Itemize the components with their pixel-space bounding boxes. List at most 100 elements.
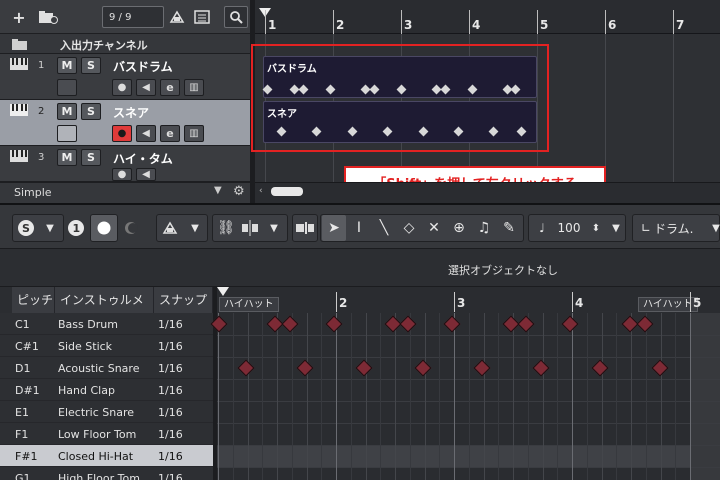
- link-icon[interactable]: ⛓: [214, 215, 238, 241]
- grid-line: [690, 313, 691, 480]
- mute-button[interactable]: M: [57, 149, 77, 166]
- instrument-icon[interactable]: ▥: [184, 125, 204, 142]
- grid-line: [557, 313, 558, 480]
- eraser-icon[interactable]: ◇: [397, 215, 421, 241]
- ruler-bar-6: 6: [608, 18, 617, 32]
- editor-ruler-bar-3: 3: [457, 296, 466, 310]
- list-item[interactable]: C#1 Side Stick 1/16: [0, 335, 213, 357]
- one-icon[interactable]: 1: [64, 215, 88, 241]
- search-icon[interactable]: [224, 6, 248, 28]
- editor-ruler-bar-2: 2: [339, 296, 348, 310]
- mute-button[interactable]: M: [57, 57, 77, 74]
- folder-add-icon[interactable]: [34, 6, 62, 28]
- chevron-down-icon[interactable]: ▼: [183, 215, 207, 241]
- ruler-bar-7: 7: [676, 18, 685, 32]
- selection-status: 選択オブジェクトなし: [448, 264, 558, 277]
- list-item[interactable]: G1 High Floor Tom 1/16: [0, 467, 213, 480]
- track-number: 3: [38, 152, 45, 163]
- snap-column-header[interactable]: スナップ: [154, 287, 213, 313]
- horizontal-scrollbar[interactable]: ‹: [255, 182, 720, 203]
- grid-line: [277, 313, 278, 480]
- zoom-icon[interactable]: ⊕: [447, 215, 471, 241]
- edit-icon[interactable]: e: [160, 125, 180, 142]
- grid-line: [336, 313, 337, 480]
- left-locator-icon[interactable]: [217, 287, 229, 296]
- solo-editor-icon[interactable]: S: [14, 215, 38, 241]
- mute-tool-icon[interactable]: ✕: [422, 215, 446, 241]
- visibility-icon[interactable]: [166, 6, 188, 28]
- track-name[interactable]: ハイ・タム: [113, 150, 173, 167]
- grid-line: [602, 313, 603, 480]
- grid-line: [395, 313, 396, 480]
- mute-button[interactable]: M: [57, 103, 77, 120]
- velocity-value[interactable]: 100: [554, 215, 584, 241]
- speaker-icon[interactable]: ◀: [136, 125, 156, 142]
- folder-icon: [12, 39, 28, 53]
- list-icon[interactable]: [191, 6, 213, 28]
- inout-channel-row[interactable]: 入出力チャンネル: [0, 34, 250, 54]
- grid-line: [616, 313, 617, 480]
- track-1[interactable]: 1 M S バスドラム ● ◀ e ▥: [0, 54, 250, 100]
- list-item[interactable]: F1 Low Floor Tom 1/16: [0, 423, 213, 445]
- chevron-down-icon[interactable]: ▼: [262, 215, 286, 241]
- track-2[interactable]: 2 M S スネア ● ◀ e ▥: [0, 100, 250, 146]
- list-item[interactable]: D1 Acoustic Snare 1/16: [0, 357, 213, 379]
- track-3[interactable]: 3 M S ハイ・タム ● ◀: [0, 146, 250, 182]
- project-ruler[interactable]: [255, 0, 720, 34]
- record-enable-icon[interactable]: ●: [112, 168, 132, 181]
- piano-icon: [10, 104, 28, 119]
- chevron-down-icon[interactable]: ▼: [38, 215, 62, 241]
- gear-icon[interactable]: ⚙: [233, 184, 245, 199]
- grid-line: [572, 313, 573, 480]
- list-item[interactable]: C1 Bass Drum 1/16: [0, 313, 213, 335]
- ruler-bar-3: 3: [404, 18, 413, 32]
- record-enable-icon[interactable]: ●: [112, 125, 132, 142]
- autoscroll-icon[interactable]: [293, 215, 317, 241]
- edit-icon[interactable]: e: [160, 79, 180, 96]
- cycle-icon[interactable]: [120, 215, 144, 241]
- monitor-box[interactable]: [57, 125, 77, 142]
- visibility-preset[interactable]: Simple: [14, 186, 52, 199]
- drumstick-icon[interactable]: ♫: [472, 215, 496, 241]
- list-item[interactable]: E1 Electric Snare 1/16: [0, 401, 213, 423]
- pencil-icon[interactable]: ✎: [497, 215, 521, 241]
- grid-line: [646, 313, 647, 480]
- list-item[interactable]: D#1 Hand Clap 1/16: [0, 379, 213, 401]
- add-track-icon[interactable]: +: [8, 6, 30, 28]
- speaker-icon[interactable]: ◀: [136, 79, 156, 96]
- speaker-icon[interactable]: ◀: [136, 168, 156, 181]
- scroll-left-icon[interactable]: ‹: [259, 186, 263, 196]
- chevron-down-icon[interactable]: ▼: [214, 185, 222, 196]
- grid-line: [587, 313, 588, 480]
- track-name[interactable]: バスドラム: [113, 58, 173, 75]
- solo-button[interactable]: S: [81, 103, 101, 120]
- monitor-box[interactable]: [57, 79, 77, 96]
- pointer-icon[interactable]: ➤: [322, 215, 346, 241]
- grid-line: [233, 313, 234, 480]
- line-tool-icon[interactable]: ╲: [372, 215, 396, 241]
- track-name[interactable]: スネア: [113, 104, 149, 121]
- visibility-icon[interactable]: [158, 215, 182, 241]
- grid-line: [469, 313, 470, 480]
- list-item-selected[interactable]: F#1 Closed Hi-Hat 1/16: [0, 445, 213, 467]
- record-icon[interactable]: [92, 215, 116, 241]
- chevron-down-icon[interactable]: ▼: [604, 215, 628, 241]
- scroll-thumb[interactable]: [271, 187, 303, 196]
- hihat-marker: ハイハット: [638, 297, 698, 312]
- grid-line: [321, 313, 322, 480]
- snap-icon[interactable]: [238, 215, 262, 241]
- instrument-icon[interactable]: ▥: [184, 79, 204, 96]
- solo-button[interactable]: S: [81, 149, 101, 166]
- ruler-bar-1: 1: [268, 18, 277, 32]
- grid-line: [513, 313, 514, 480]
- pitch-column-header[interactable]: ピッチ: [12, 287, 55, 313]
- range-icon[interactable]: I: [347, 215, 371, 241]
- chevron-down-icon[interactable]: ▼: [704, 215, 720, 241]
- instrument-column-header[interactable]: インストゥルメント: [55, 287, 154, 333]
- record-enable-icon[interactable]: ●: [112, 79, 132, 96]
- solo-button[interactable]: S: [81, 57, 101, 74]
- grid-line: [425, 313, 426, 480]
- drummap-select[interactable]: ドラム.: [654, 215, 704, 241]
- editor-ruler-bar-5: 5: [693, 296, 702, 310]
- grid-line: [454, 313, 455, 480]
